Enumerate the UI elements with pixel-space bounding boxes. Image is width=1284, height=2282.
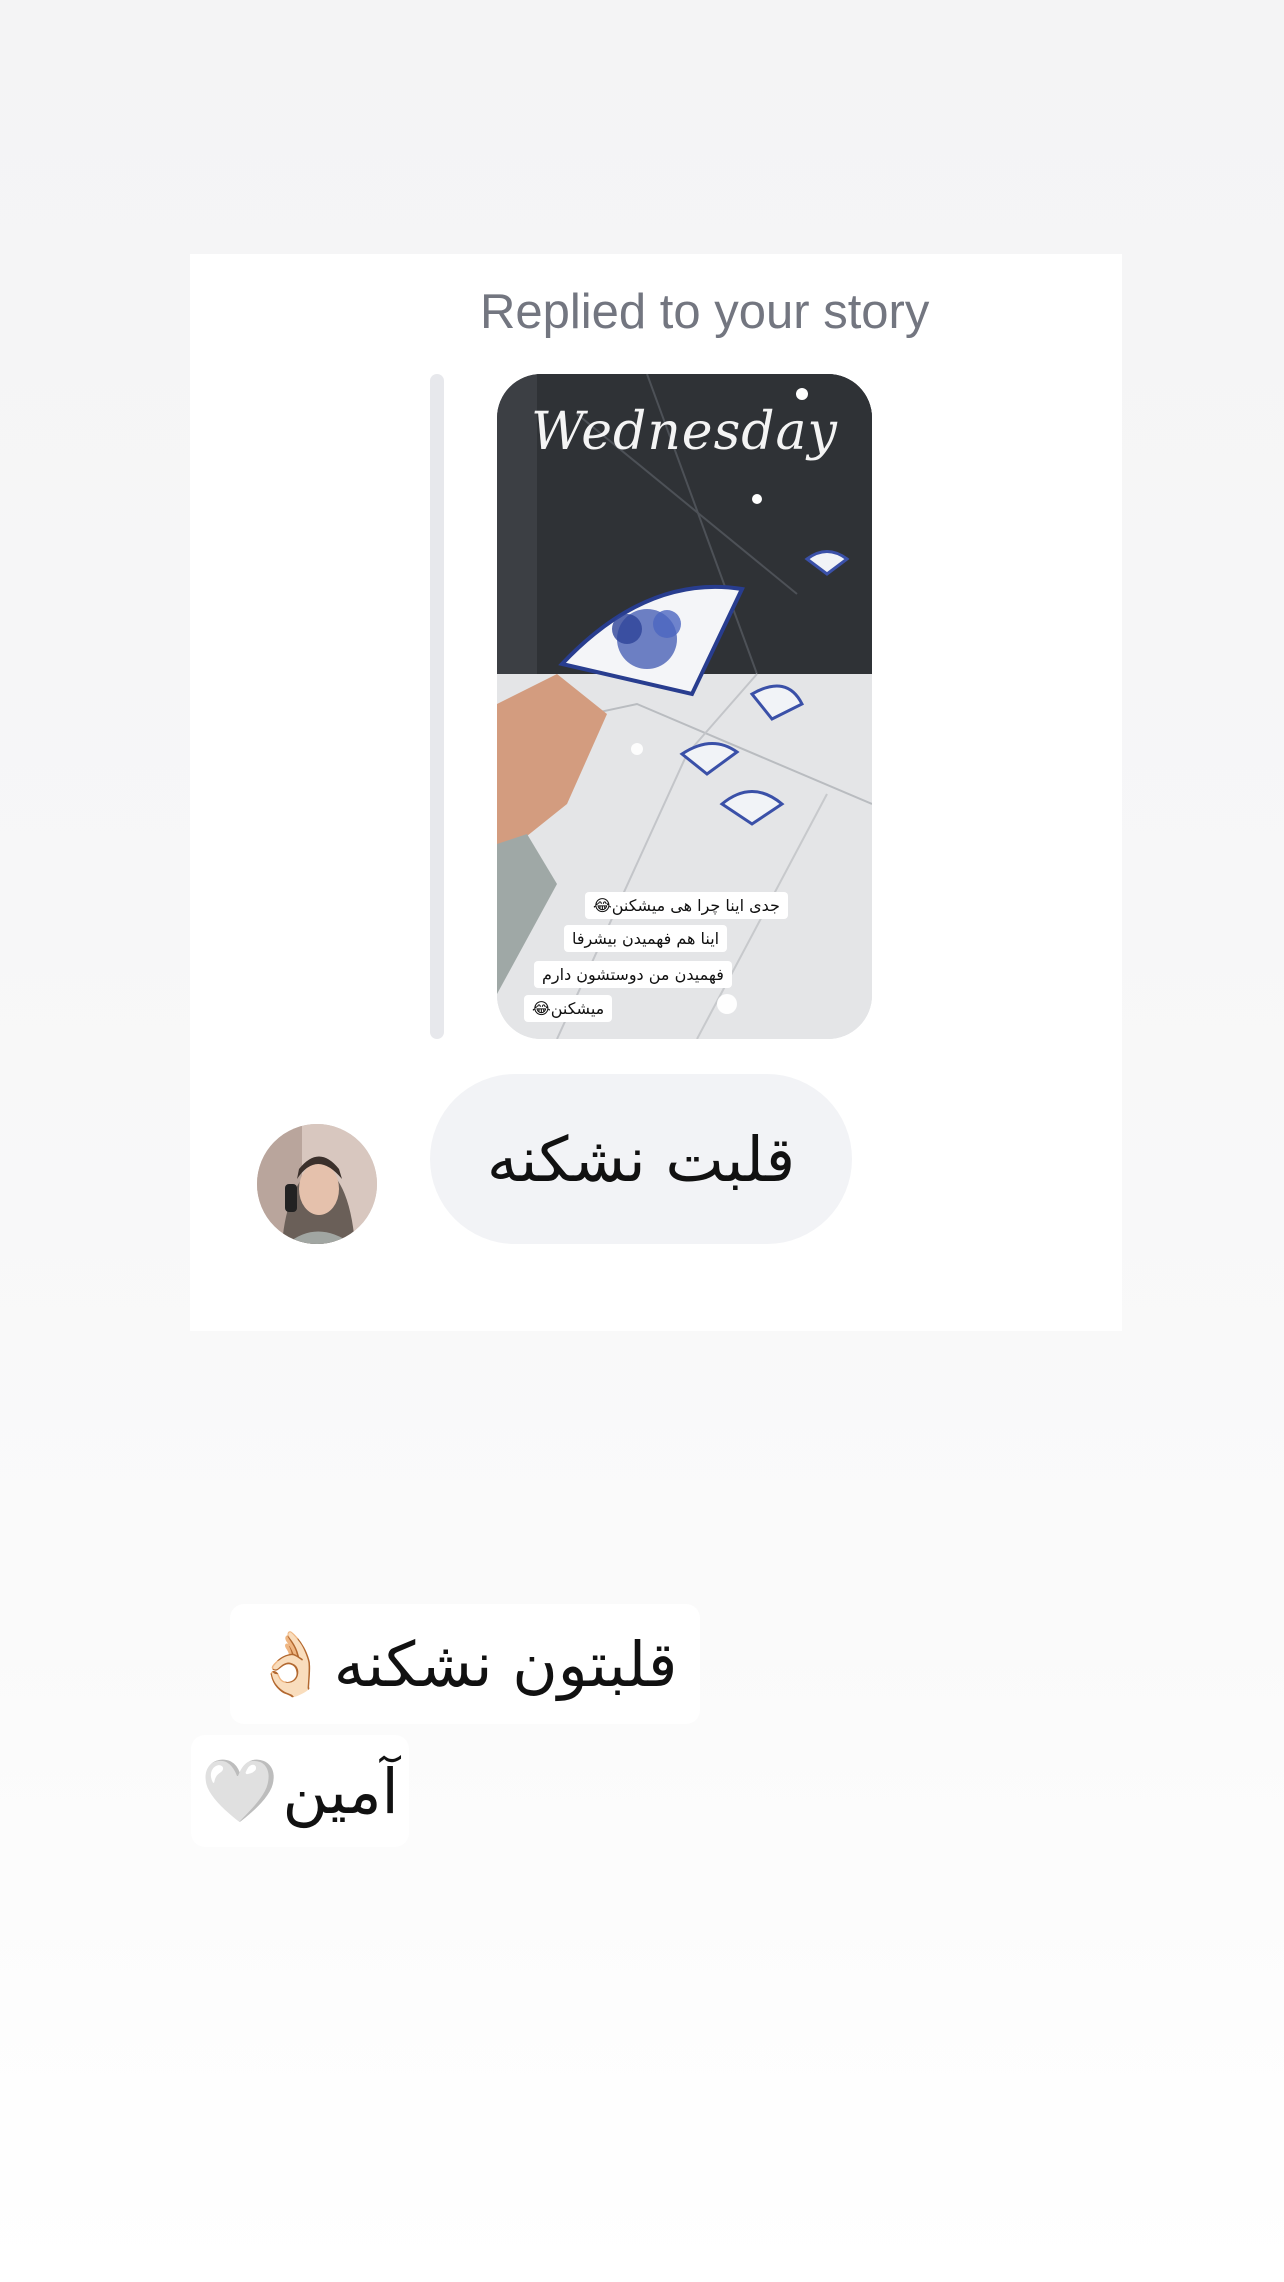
overlay-line-2-text: آمین bbox=[282, 1754, 399, 1828]
overlay-text-box-1: قلبتون نشکنه 👌🏻 bbox=[230, 1604, 700, 1724]
story-title-word: Wednesday bbox=[531, 402, 838, 462]
white-heart-icon: 🤍 bbox=[201, 1754, 279, 1827]
story-thumbnail[interactable]: Wednesday جدی اینا چرا هی میشکنن😂 اینا ه… bbox=[497, 374, 872, 1039]
story-caption-3: فهمیدن من دوستشون دارم bbox=[534, 961, 732, 988]
user-avatar-icon bbox=[257, 1124, 377, 1244]
story-caption-2: اینا هم فهمیدن بیشرفا bbox=[564, 925, 728, 952]
quote-bar bbox=[430, 374, 444, 1039]
ok-hand-icon: 👌🏻 bbox=[252, 1627, 330, 1700]
avatar[interactable] bbox=[257, 1124, 377, 1244]
reply-message-bubble[interactable]: قلبت نشکنه bbox=[430, 1074, 852, 1244]
overlay-text-box-2: آمین 🤍 bbox=[191, 1735, 409, 1847]
overlay-line-1-text: قلبتون نشکنه bbox=[333, 1627, 678, 1701]
story-caption-4: میشکنن😂 bbox=[524, 995, 613, 1022]
story-caption-1: جدی اینا چرا هی میشکنن😂 bbox=[585, 892, 788, 919]
replied-to-story-label: Replied to your story bbox=[480, 285, 930, 339]
story-reply-card: Replied to your story Wednesday جدی اینا… bbox=[190, 254, 1122, 1331]
